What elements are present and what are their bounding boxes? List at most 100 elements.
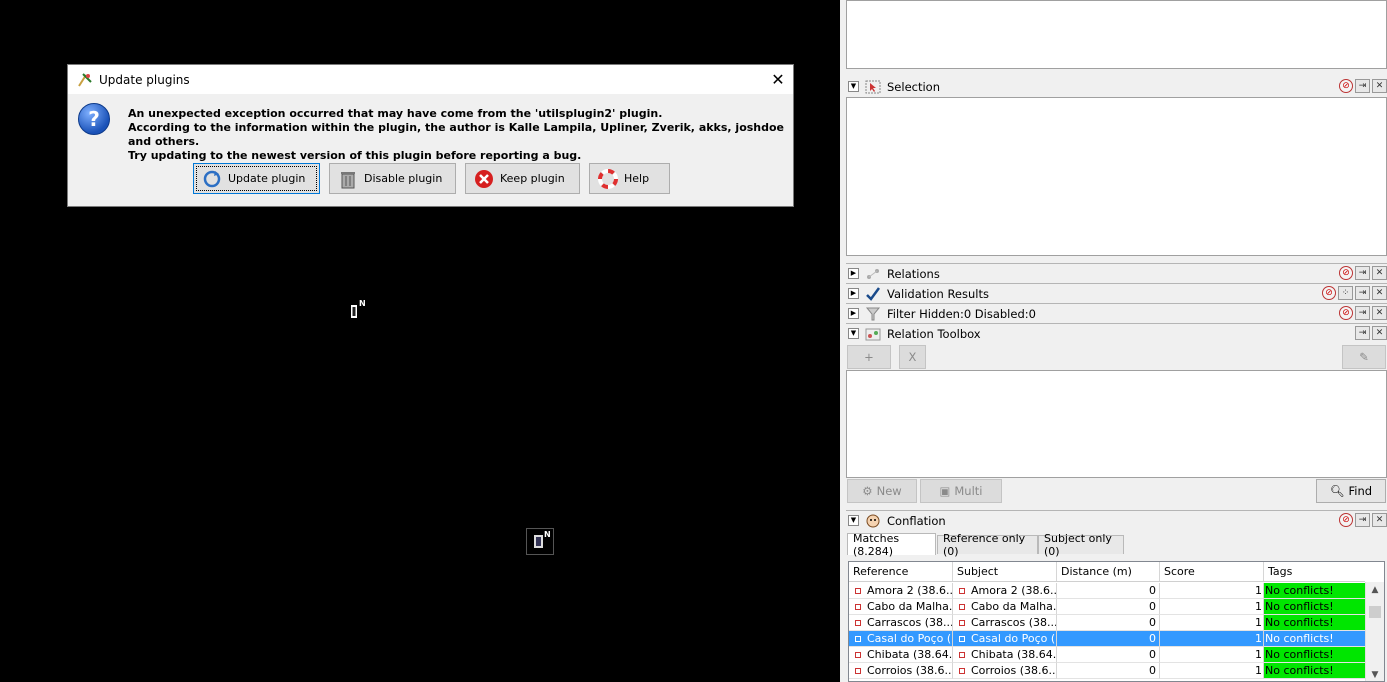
undock-icon[interactable]: ⇥ [1355,286,1370,300]
score-cell[interactable]: 1 [1160,631,1264,647]
keep-plugin-button[interactable]: Keep plugin [465,163,580,194]
distance-cell[interactable]: 0 [1057,599,1160,615]
distance-cell[interactable]: 0 [1057,615,1160,631]
hide-panel-icon[interactable]: ⊘ [1339,266,1353,280]
settings-icon[interactable]: ⁘ [1338,286,1353,300]
column-header-score[interactable]: Score [1160,562,1264,581]
tags-cell[interactable]: No conflicts! [1264,599,1365,615]
distance-cell[interactable]: 0 [1057,583,1160,599]
table-row[interactable]: Carrascos (38.... Carrascos (38.... 0 1 No c… [849,615,1365,631]
tab-reference-only[interactable]: Reference only (0) [937,532,1038,558]
tags-cell[interactable]: No conflicts! [1264,631,1365,647]
subject-cell[interactable]: Amora 2 (38.6... [953,583,1057,599]
scroll-up-icon[interactable]: ▲ [1366,582,1384,598]
undock-icon[interactable]: ⇥ [1355,306,1370,320]
subject-cell[interactable]: Chibata (38.64... [953,647,1057,663]
reference-cell[interactable]: Amora 2 (38.6... [849,583,953,599]
column-header-tags[interactable]: Tags [1264,562,1365,581]
column-header-subject[interactable]: Subject [953,562,1057,581]
new-relation-button[interactable]: ⚙ New [847,479,917,503]
pencil-icon: ✎ [1359,350,1369,364]
scroll-thumb[interactable] [1369,606,1381,618]
undock-icon[interactable]: ⇥ [1355,79,1370,93]
undock-icon[interactable]: ⇥ [1355,326,1370,340]
filter-panel-header[interactable]: ▶ Filter Hidden:0 Disabled:0 ⊘ ⇥ ✕ [846,304,1387,323]
map-node-marker[interactable]: N [526,528,554,555]
close-panel-icon[interactable]: ✕ [1372,266,1387,280]
update-plugin-button[interactable]: Update plugin [193,163,320,194]
find-button[interactable]: 🔍︎ Find [1316,479,1386,503]
expand-toggle[interactable]: ▶ [848,268,859,279]
distance-cell[interactable]: 0 [1057,663,1160,679]
distance-cell[interactable]: 0 [1057,631,1160,647]
subject-cell[interactable]: Carrascos (38.... [953,615,1057,631]
column-header-distance[interactable]: Distance (m) [1057,562,1160,581]
close-panel-icon[interactable]: ✕ [1372,513,1387,527]
reference-cell[interactable]: Casal do Poço (... [849,631,953,647]
table-row[interactable]: Cabo da Malha... Cabo da Malha... 0 1 No con… [849,599,1365,615]
tags-cell[interactable]: No conflicts! [1264,647,1365,663]
collapse-toggle[interactable]: ▼ [848,515,859,526]
reference-cell[interactable]: Carrascos (38.... [849,615,953,631]
reference-cell[interactable]: Corroios (38.6... [849,663,953,679]
relation-toolbox-header[interactable]: ▼ Relation Toolbox ⇥ ✕ [846,324,1387,343]
undock-icon[interactable]: ⇥ [1355,266,1370,280]
subject-cell[interactable]: Cabo da Malha... [953,599,1057,615]
multi-button[interactable]: ▣ Multi [920,479,1002,503]
selection-list[interactable] [846,97,1387,256]
hide-panel-icon[interactable]: ⊘ [1339,306,1353,320]
reference-cell[interactable]: Chibata (38.64... [849,647,953,663]
tags-cell[interactable]: No conflicts! [1264,615,1365,631]
distance-cell[interactable]: 0 [1057,647,1160,663]
hide-panel-icon[interactable]: ⊘ [1339,513,1353,527]
score-cell[interactable]: 1 [1160,583,1264,599]
add-relation-button[interactable]: + [847,345,891,369]
validation-panel-header[interactable]: ▶ Validation Results ⊘ ⁘ ⇥ ✕ [846,284,1387,303]
edit-relation-button[interactable]: ✎ [1342,345,1386,369]
marker-label: N [359,299,366,308]
table-row[interactable]: Corroios (38.6... Corroios (38.6... 0 1 No c… [849,663,1365,679]
scroll-down-icon[interactable]: ▼ [1366,667,1384,681]
subject-cell[interactable]: Casal do Poço (... [953,631,1057,647]
tab-label: Matches (8.284) [853,531,900,558]
collapse-toggle[interactable]: ▼ [848,328,859,339]
disable-plugin-button[interactable]: Disable plugin [329,163,456,194]
hide-panel-icon[interactable]: ⊘ [1322,286,1336,300]
close-panel-icon[interactable]: ✕ [1372,326,1387,340]
map-node-marker[interactable]: N [349,299,367,320]
collapse-toggle[interactable]: ▼ [848,81,859,92]
table-row[interactable]: Amora 2 (38.6... Amora 2 (38.6... 0 1 No con… [849,583,1365,599]
update-plugins-dialog: Update plugins ✕ ? An unexpected excepti… [67,64,794,207]
column-header-reference[interactable]: Reference [849,562,953,581]
table-row[interactable]: Casal do Poço (... Casal do Poço (... 0 1 No… [849,631,1365,647]
conflation-panel-header[interactable]: ▼ Conflation ⊘ ⇥ ✕ [846,511,1387,530]
remove-button[interactable]: X [899,345,926,369]
close-panel-icon[interactable]: ✕ [1372,286,1387,300]
selection-panel-header[interactable]: ▼ Selection ⊘ ⇥ ✕ [846,77,1387,96]
hide-panel-icon[interactable]: ⊘ [1339,79,1353,93]
score-cell[interactable]: 1 [1160,599,1264,615]
tags-cell[interactable]: No conflicts! [1264,663,1365,679]
matches-table[interactable]: Reference Subject Distance (m) Score Tag… [848,561,1385,682]
close-icon[interactable]: ✕ [763,65,793,94]
expand-toggle[interactable]: ▶ [848,288,859,299]
help-button[interactable]: Help [589,163,670,194]
conflation-title: Conflation [887,513,946,528]
score-cell[interactable]: 1 [1160,663,1264,679]
expand-toggle[interactable]: ▶ [848,308,859,319]
close-panel-icon[interactable]: ✕ [1372,79,1387,93]
undock-icon[interactable]: ⇥ [1355,513,1370,527]
relations-panel-header[interactable]: ▶ Relations ⊘ ⇥ ✕ [846,264,1387,283]
tab-subject-only[interactable]: Subject only (0) [1038,532,1124,558]
dialog-titlebar[interactable]: Update plugins ✕ [68,65,793,94]
score-cell[interactable]: 1 [1160,647,1264,663]
tags-cell[interactable]: No conflicts! [1264,583,1365,599]
score-cell[interactable]: 1 [1160,615,1264,631]
table-row[interactable]: Chibata (38.64... Chibata (38.64... 0 1 No c… [849,647,1365,663]
vertical-scrollbar[interactable]: ▲ ▼ [1365,582,1384,681]
close-panel-icon[interactable]: ✕ [1372,306,1387,320]
find-label: Find [1348,484,1373,498]
subject-cell[interactable]: Corroios (38.6... [953,663,1057,679]
reference-cell[interactable]: Cabo da Malha... [849,599,953,615]
tab-matches[interactable]: Matches (8.284) [847,531,936,558]
